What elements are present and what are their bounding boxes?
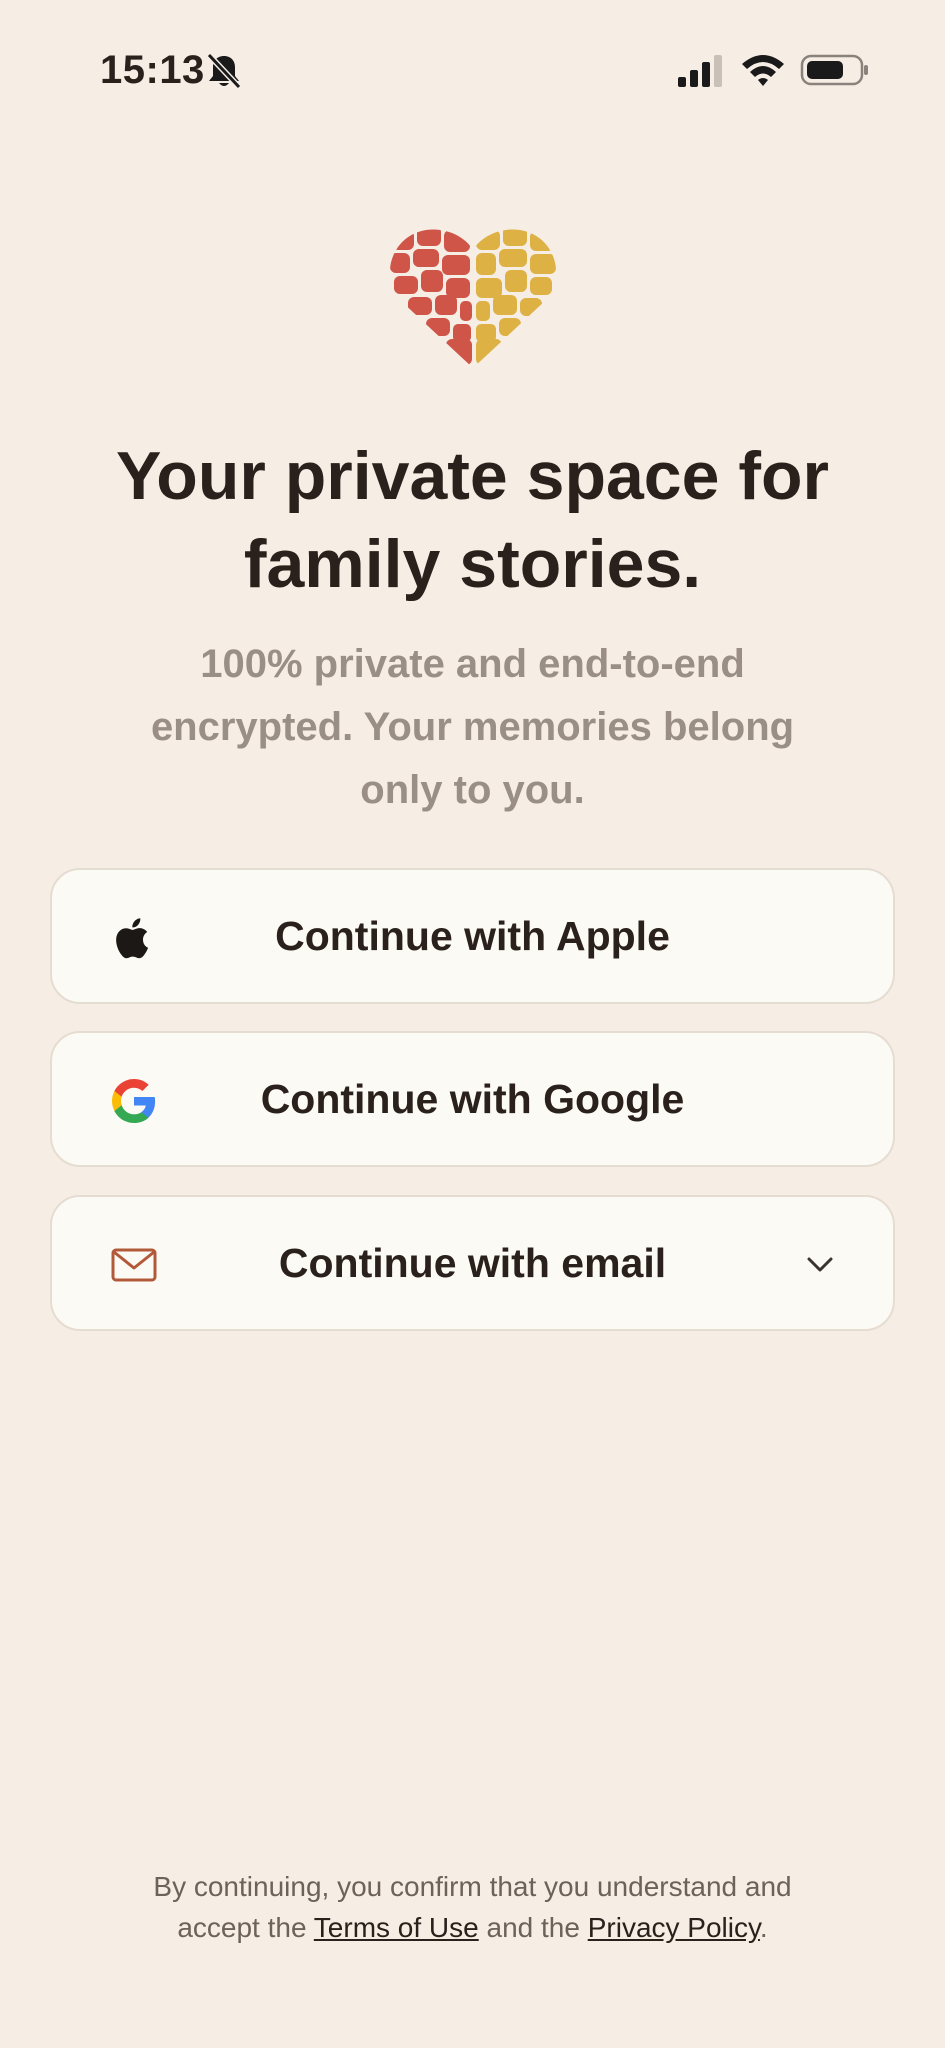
wifi-icon [742, 55, 784, 86]
continue-with-google-button[interactable]: Continue with Google [50, 1031, 895, 1167]
battery-icon [800, 54, 868, 86]
legal-notice: By continuing, you confirm that you unde… [80, 1866, 865, 1948]
legal-prefix: accept the [177, 1912, 314, 1943]
subtitle-line-3: only to you. [360, 768, 585, 812]
google-button-label: Continue with Google [260, 1076, 685, 1122]
mosaic-heart-icon [390, 229, 556, 365]
subtitle-line-2: encrypted. Your memories belong [150, 705, 795, 749]
chevron-down-icon[interactable] [805, 1249, 835, 1279]
continue-with-email-button[interactable]: Continue with email [50, 1195, 895, 1331]
subtitle-line-1: 100% private and end-to-end [200, 642, 745, 686]
legal-line-1: By continuing, you confirm that you unde… [153, 1871, 792, 1902]
legal-suffix: . [759, 1912, 768, 1943]
email-button-label: Continue with email [278, 1240, 667, 1286]
status-bar: 15:13 [0, 0, 945, 140]
legal-middle: and the [478, 1912, 588, 1943]
cellular-signal-icon [678, 55, 722, 87]
continue-with-apple-button[interactable]: Continue with Apple [50, 868, 895, 1004]
terms-of-use-link[interactable]: Terms of Use [314, 1912, 479, 1943]
headline-line-1: Your private space for [116, 438, 829, 514]
page-title: Your private space for family stories. [40, 432, 905, 608]
bell-off-icon [206, 52, 242, 90]
apple-button-label: Continue with Apple [275, 913, 670, 959]
status-time: 15:13 [100, 48, 205, 92]
headline-line-2: family stories. [243, 526, 702, 602]
subtitle: 100% private and end-to-end encrypted. Y… [100, 633, 845, 822]
privacy-policy-link[interactable]: Privacy Policy [588, 1912, 760, 1943]
